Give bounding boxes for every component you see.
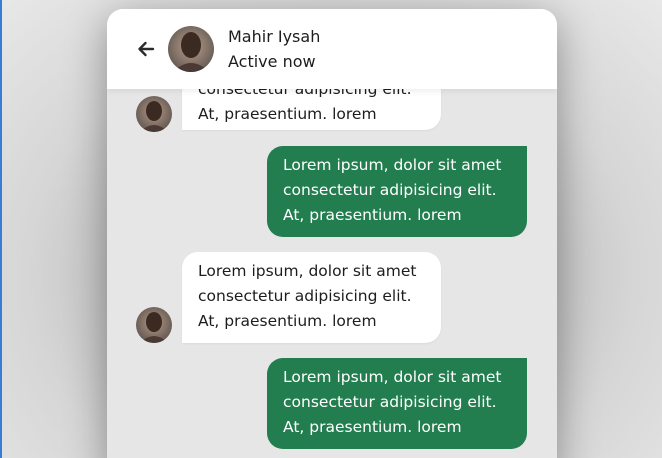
contact-avatar[interactable]	[168, 26, 214, 72]
message-bubble-sent[interactable]: Lorem ipsum, dolor sit amet consectetur …	[267, 358, 527, 449]
avatar-image	[136, 307, 172, 343]
message-line: At, praesentium. lorem	[198, 312, 377, 330]
contact-name: Mahir Iysah	[228, 27, 321, 46]
message-line: consectetur adipisicing elit.	[198, 287, 412, 305]
message-line: Lorem ipsum, dolor sit amet	[283, 368, 502, 386]
message-line: At, praesentium. lorem	[198, 105, 377, 123]
avatar-image	[136, 96, 172, 132]
contact-status: Active now	[228, 52, 316, 71]
window-edge	[0, 0, 2, 458]
avatar-image	[168, 26, 214, 72]
message-line: At, praesentium. lorem	[283, 206, 462, 224]
message-bubble-sent[interactable]: Lorem ipsum, dolor sit amet consectetur …	[267, 146, 527, 237]
sender-avatar	[136, 307, 172, 343]
chat-window: consectetur adipisicing elit. At, praese…	[107, 9, 557, 458]
back-button[interactable]	[135, 38, 157, 60]
chat-header: Mahir Iysah Active now	[107, 9, 557, 89]
message-line: At, praesentium. lorem	[283, 418, 462, 436]
message-line: Lorem ipsum, dolor sit amet	[198, 262, 417, 280]
arrow-left-icon	[138, 41, 155, 57]
message-bubble-received[interactable]: Lorem ipsum, dolor sit amet consectetur …	[182, 252, 441, 343]
message-line: Lorem ipsum, dolor sit amet	[283, 156, 502, 174]
sender-avatar	[136, 96, 172, 132]
message-line: consectetur adipisicing elit.	[283, 181, 497, 199]
message-line: consectetur adipisicing elit.	[283, 393, 497, 411]
